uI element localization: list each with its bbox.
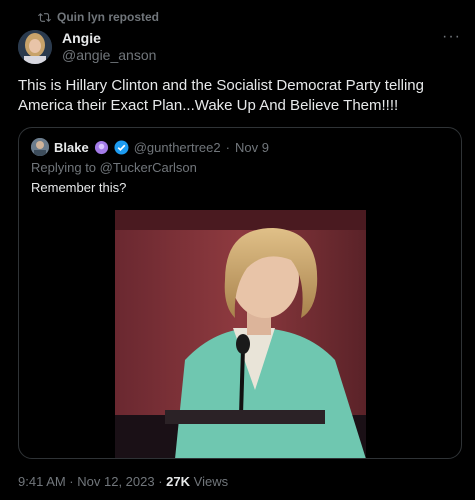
author-handle[interactable]: @angie_anson	[62, 47, 156, 64]
views-count: 27K	[166, 474, 191, 489]
repost-indicator[interactable]: Quin lyn reposted	[38, 10, 159, 24]
repost-label: Quin lyn reposted	[57, 10, 160, 24]
quoted-date[interactable]: Nov 9	[235, 140, 269, 155]
quoted-handle[interactable]: @gunthertree2	[134, 140, 221, 155]
repost-icon	[38, 12, 51, 22]
replying-to[interactable]: Replying to @TuckerCarlson	[31, 160, 197, 175]
tweet-meta: 9:41 AM · Nov 12, 2023 · 27K Views	[18, 474, 228, 489]
timestamp[interactable]: 9:41 AM · Nov 12, 2023 ·	[18, 474, 163, 489]
tweet[interactable]: Quin lyn reposted Angie @angie_anson ···…	[0, 0, 475, 500]
quoted-text: Remember this?	[31, 180, 127, 195]
views-label: Views	[193, 474, 229, 489]
more-options-icon[interactable]: ···	[442, 28, 461, 46]
quoted-avatar[interactable]	[31, 138, 49, 156]
quoted-separator: ·	[225, 139, 230, 155]
quoted-header: Blake @gunthertree2 · Nov 9	[31, 138, 269, 156]
author-block[interactable]: Angie @angie_anson	[62, 30, 156, 64]
quoted-video[interactable]	[115, 210, 366, 458]
quoted-name[interactable]: Blake	[54, 140, 89, 155]
tweet-text: This is Hillary Clinton and the Socialis…	[18, 77, 424, 114]
badge-icon	[94, 140, 108, 154]
avatar[interactable]	[18, 30, 52, 64]
quoted-tweet[interactable]: Blake @gunthertree2 · Nov 9 Replying to …	[18, 127, 462, 459]
author-name[interactable]: Angie	[62, 30, 156, 47]
verified-icon	[114, 139, 129, 155]
